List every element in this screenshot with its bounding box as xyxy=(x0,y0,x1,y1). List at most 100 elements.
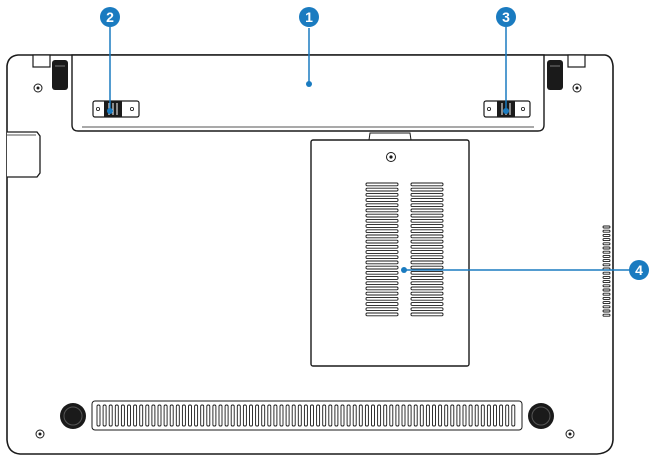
svg-text:1: 1 xyxy=(305,9,313,25)
vent-slot xyxy=(410,286,444,291)
vent-slot xyxy=(410,192,444,197)
vent-slot xyxy=(410,296,444,301)
vent-slot xyxy=(365,187,399,192)
vent-slot xyxy=(602,238,611,242)
vent-slot xyxy=(96,404,101,427)
vent-slot xyxy=(365,182,399,187)
vent-slot xyxy=(410,229,444,234)
vent-slot xyxy=(602,309,611,313)
vent-slot xyxy=(444,404,449,427)
laptop-underside-diagram: 1 2 3 4 xyxy=(6,7,649,455)
vent-slot xyxy=(602,242,611,246)
vent-slot xyxy=(438,404,443,427)
vent-slot xyxy=(358,404,363,427)
vent-slot xyxy=(188,404,192,427)
vent-slot xyxy=(602,292,611,296)
vent-slot xyxy=(432,404,436,427)
vent-slot xyxy=(602,288,611,292)
vent-slot xyxy=(365,224,399,228)
bottom-vent-grille xyxy=(91,400,523,431)
vent-slot xyxy=(181,404,186,427)
vent-slot xyxy=(145,404,150,427)
vent-slot xyxy=(450,404,455,427)
vent-slot xyxy=(401,404,406,427)
vent-slot xyxy=(365,198,399,202)
vent-slot xyxy=(365,208,399,213)
vent-slot xyxy=(410,224,444,228)
vent-slot xyxy=(425,404,430,427)
vent-slot xyxy=(602,246,611,250)
side-port xyxy=(7,131,41,178)
vent-slot xyxy=(322,404,327,427)
svg-text:2: 2 xyxy=(106,9,114,25)
vent-slot xyxy=(602,313,611,317)
vent-slot xyxy=(365,255,399,260)
vent-slot xyxy=(279,404,284,427)
vent-slot xyxy=(365,229,399,234)
vent-slot xyxy=(365,218,399,223)
vent-slot xyxy=(364,404,369,427)
screw-icon xyxy=(572,83,582,93)
memory-compartment[interactable] xyxy=(310,132,470,367)
vent-slot xyxy=(224,404,229,427)
screw-icon xyxy=(35,429,45,439)
vent-slot xyxy=(108,404,113,427)
vent-slot xyxy=(468,404,473,427)
vent-slot xyxy=(365,239,399,244)
vent-slot xyxy=(410,218,444,223)
vent-slot xyxy=(410,203,444,208)
vent-slot xyxy=(602,259,611,263)
vent-slot xyxy=(365,192,399,197)
vent-slot xyxy=(365,244,399,249)
vent-slot xyxy=(410,281,444,286)
vent-slot xyxy=(127,404,131,427)
svg-text:4: 4 xyxy=(635,262,643,278)
vent-slot xyxy=(410,270,444,275)
vent-slot xyxy=(249,404,253,427)
vent-slot xyxy=(410,250,444,254)
callout-2: 2 xyxy=(100,7,120,27)
vent-slot xyxy=(365,270,399,275)
vent-slot xyxy=(310,404,314,427)
vent-slot xyxy=(410,291,444,296)
vent-slot xyxy=(602,296,611,300)
vent-slot xyxy=(120,404,125,427)
vent-slot xyxy=(365,307,399,312)
vent-slot xyxy=(602,225,611,229)
vent-slot xyxy=(365,203,399,208)
vent-slot xyxy=(365,296,399,301)
vent-slot xyxy=(419,404,424,427)
vent-slot xyxy=(474,404,479,427)
vent-slot xyxy=(365,276,399,280)
vent-slot xyxy=(267,404,272,427)
battery-lock-left[interactable] xyxy=(92,100,140,118)
vent-slot xyxy=(365,312,399,317)
vent-slot xyxy=(602,301,611,305)
battery-pack[interactable] xyxy=(71,54,545,132)
vent-slot xyxy=(407,404,412,427)
vent-slot xyxy=(410,198,444,202)
vent-slot xyxy=(410,213,444,218)
vent-slot xyxy=(218,404,223,427)
vent-slot xyxy=(410,265,444,270)
vent-slot xyxy=(133,404,138,427)
vent-slot xyxy=(602,229,611,233)
vent-slot xyxy=(261,404,266,427)
vent-slot xyxy=(346,404,351,427)
vent-slot xyxy=(365,291,399,296)
vent-slot xyxy=(365,213,399,218)
vent-slot xyxy=(273,404,278,427)
vent-slot xyxy=(285,404,290,427)
vent-slot xyxy=(410,239,444,244)
vent-slot xyxy=(303,404,308,427)
vent-slot xyxy=(334,404,339,427)
vent-slot xyxy=(511,404,516,427)
vent-slot xyxy=(383,404,388,427)
vent-slot xyxy=(297,404,302,427)
screw-icon xyxy=(33,83,43,93)
vent-slot xyxy=(151,404,156,427)
vent-slot xyxy=(410,234,444,239)
vent-slot xyxy=(163,404,168,427)
vent-slot xyxy=(410,276,444,280)
vent-slot xyxy=(480,404,485,427)
